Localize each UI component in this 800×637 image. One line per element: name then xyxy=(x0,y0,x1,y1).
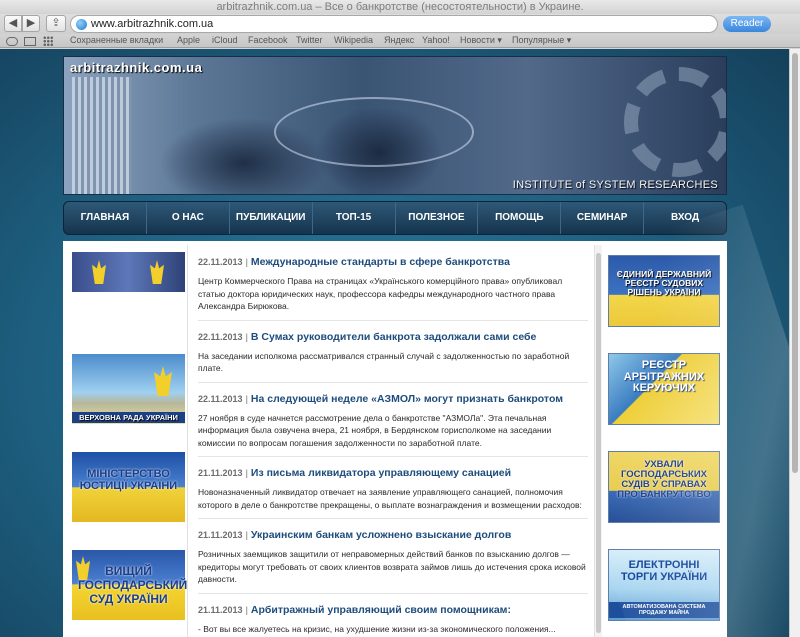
page-scrollbar[interactable] xyxy=(789,49,800,637)
content-panel: ВЕРХОВНА РАДА УКРАЇНИ МІНІСТЕРСТВО ЮСТИЦ… xyxy=(63,241,727,637)
news-item: 21.11.2013 | Арбитражный управляющий своим… xyxy=(198,603,588,637)
bookmarks-bar: Сохраненные вкладки Apple iCloud Faceboo… xyxy=(0,34,800,48)
court-banner[interactable]: ВИЩИЙ ГОСПОДАРСЬКИЙ СУД УКРАЇНИ xyxy=(72,550,188,620)
managers-registry-caption: РЕЄСТР АРБІТРАЖНИХ КЕРУЮЧИХ xyxy=(623,359,705,395)
nav-top15[interactable]: ТОП-15 xyxy=(313,202,396,234)
institute-caption: INSTITUTE of SYSTEM RESEARCHES xyxy=(512,179,718,191)
rada-caption: ВЕРХОВНА РАДА УКРАЇНИ xyxy=(72,412,185,423)
news-title-link[interactable]: Арбитражный управляющий своим помощникам… xyxy=(251,604,511,616)
nav-useful[interactable]: ПОЛЕЗНОЕ xyxy=(396,202,479,234)
news-scrollbar-thumb[interactable] xyxy=(596,253,601,633)
news-date: 21.11.2013 xyxy=(198,530,243,540)
news-title-link[interactable]: Из письма ликвидатора управляющему санац… xyxy=(251,467,511,479)
rada-banner[interactable]: ВЕРХОВНА РАДА УКРАЇНИ xyxy=(72,354,185,424)
news-item: 21.11.2013 | Украинским банкам усложнено в… xyxy=(198,528,588,594)
bookmark-icloud[interactable]: iCloud xyxy=(212,35,238,45)
site-logo-text[interactable]: arbitrazhnik.com.ua xyxy=(70,60,202,75)
news-summary: На заседании исполкома рассматривался ст… xyxy=(198,350,570,374)
court-registry-banner[interactable]: ЄДИНИЙ ДЕРЖАВНИЙ РЕЄСТР СУДОВИХ РІШЕНЬ У… xyxy=(608,255,720,327)
site-banner[interactable]: arbitrazhnik.com.ua INSTITUTE of SYSTEM … xyxy=(63,56,727,195)
separator: | xyxy=(245,257,248,267)
bookmark-yandex[interactable]: Яндекс xyxy=(384,35,414,45)
news-list: 22.11.2013 | Международные стандарты в сфе… xyxy=(198,255,588,637)
news-summary: Новоназначенный ликвидатор отвечает на з… xyxy=(198,487,582,510)
bookmark-popular[interactable]: Популярные ▾ xyxy=(512,35,571,46)
nav-about[interactable]: О НАС xyxy=(147,202,230,234)
bookmark-facebook[interactable]: Facebook xyxy=(248,35,288,45)
news-date: 22.11.2013 xyxy=(198,331,243,342)
back-button[interactable]: ◀ xyxy=(4,15,22,32)
trident-icon xyxy=(154,366,172,396)
reader-button[interactable]: Reader xyxy=(723,16,771,32)
share-button[interactable]: ⇪ xyxy=(46,15,66,32)
news-date: 22.11.2013 xyxy=(198,257,243,267)
page-scrollbar-thumb[interactable] xyxy=(792,53,798,473)
e-auctions-caption: ЕЛЕКТРОННІ ТОРГИ УКРАЇНИ xyxy=(620,559,708,583)
news-title-link[interactable]: Украинским банкам усложнено взыскание до… xyxy=(251,529,511,541)
reading-list-icon[interactable] xyxy=(6,37,18,46)
browser-toolbar: ◀ ▶ ⇪ www.arbitrazhnik.com.ua Reader xyxy=(0,14,800,34)
separator: | xyxy=(245,468,248,478)
news-title-link[interactable]: На следующей неделе «АЗМОЛ» могут призна… xyxy=(251,393,563,405)
news-summary: - Вот вы все жалуетесь на кризис, на уху… xyxy=(198,623,556,634)
forward-button[interactable]: ▶ xyxy=(22,15,40,32)
news-summary: Центр Коммерческого Права на страницах «… xyxy=(198,276,563,311)
news-summary: 27 ноября в суде начнется рассмотрение д… xyxy=(198,412,552,448)
bookmark-twitter[interactable]: Twitter xyxy=(296,35,323,45)
separator: | xyxy=(245,393,248,404)
globe-icon xyxy=(76,19,87,30)
news-date: 21.11.2013 xyxy=(198,468,243,478)
top-sites-icon[interactable] xyxy=(43,36,53,46)
trident-icon xyxy=(150,260,164,284)
news-date: 21.11.2013 xyxy=(198,604,243,615)
ministry-banner[interactable]: МІНІСТЕРСТВО ЮСТИЦІЇ УКРАЇНИ xyxy=(72,452,185,522)
news-date: 22.11.2013 xyxy=(198,393,243,404)
e-auctions-subcaption: АВТОМАТИЗОВАНА СИСТЕМА ПРОДАЖУ МАЙНА xyxy=(609,602,719,618)
nav-login[interactable]: ВХОД xyxy=(644,202,726,234)
address-bar[interactable]: www.arbitrazhnik.com.ua xyxy=(70,15,718,33)
nav-home[interactable]: ГЛАВНАЯ xyxy=(64,202,147,234)
news-summary: Розничных заемщиков защитили от неправом… xyxy=(198,549,586,584)
bookmark-apple[interactable]: Apple xyxy=(177,35,200,45)
bookmark-yahoo[interactable]: Yahoo! xyxy=(422,35,450,45)
news-item: 22.11.2013 | В Сумах руководители банкрота… xyxy=(198,330,588,383)
news-item: 21.11.2013 | Из письма ликвидатора управля… xyxy=(198,466,588,519)
separator: | xyxy=(245,604,248,615)
window-title: arbitrazhnik.com.ua – Все о банкротстве … xyxy=(0,0,800,14)
trident-banner[interactable] xyxy=(72,252,185,292)
bookmark-wikipedia[interactable]: Wikipedia xyxy=(334,35,373,45)
court-rulings-banner[interactable]: УХВАЛИ ГОСПОДАРСЬКИХ СУДІВ У СПРАВАХ ПРО… xyxy=(608,451,720,523)
nav-publications[interactable]: ПУБЛИКАЦИИ xyxy=(230,202,313,234)
e-auctions-banner[interactable]: ЕЛЕКТРОННІ ТОРГИ УКРАЇНИ АВТОМАТИЗОВАНА … xyxy=(608,549,720,621)
separator: | xyxy=(245,331,248,342)
news-item: 22.11.2013 | Международные стандарты в сфе… xyxy=(198,255,588,321)
bookmark-saved-tabs[interactable]: Сохраненные вкладки xyxy=(70,35,163,45)
news-item: 22.11.2013 | На следующей неделе «АЗМОЛ» м… xyxy=(198,392,588,457)
gear-icon xyxy=(624,67,726,177)
bookmark-news[interactable]: Новости ▾ xyxy=(460,35,502,46)
managers-registry-banner[interactable]: РЕЄСТР АРБІТРАЖНИХ КЕРУЮЧИХ xyxy=(608,353,720,425)
court-registry-caption: ЄДИНИЙ ДЕРЖАВНИЙ РЕЄСТР СУДОВИХ РІШЕНЬ У… xyxy=(616,269,712,297)
news-title-link[interactable]: В Сумах руководители банкрота задолжали … xyxy=(251,331,536,343)
court-caption: ВИЩИЙ ГОСПОДАРСЬКИЙ СУД УКРАЇНИ xyxy=(78,564,188,606)
main-nav: ГЛАВНАЯ О НАС ПУБЛИКАЦИИ ТОП-15 ПОЛЕЗНОЕ… xyxy=(63,201,727,235)
banner-circle-graphic xyxy=(274,97,474,167)
bookmarks-icon[interactable] xyxy=(24,37,36,46)
column-divider xyxy=(187,245,188,637)
news-title-link[interactable]: Международные стандарты в сфере банкротс… xyxy=(251,256,510,268)
ministry-caption: МІНІСТЕРСТВО ЮСТИЦІЇ УКРАЇНИ xyxy=(79,468,178,492)
web-page: arbitrazhnik.com.ua INSTITUTE of SYSTEM … xyxy=(0,49,789,637)
separator: | xyxy=(245,530,248,540)
court-rulings-caption: УХВАЛИ ГОСПОДАРСЬКИХ СУДІВ У СПРАВАХ ПРО… xyxy=(617,459,711,500)
nav-seminar[interactable]: СЕМИНАР xyxy=(561,202,645,234)
nav-help[interactable]: ПОМОЩЬ xyxy=(478,202,562,234)
banner-building-image xyxy=(72,77,132,194)
url-text[interactable]: www.arbitrazhnik.com.ua xyxy=(91,18,213,30)
trident-icon xyxy=(92,260,106,284)
news-scrollbar[interactable] xyxy=(594,245,602,637)
